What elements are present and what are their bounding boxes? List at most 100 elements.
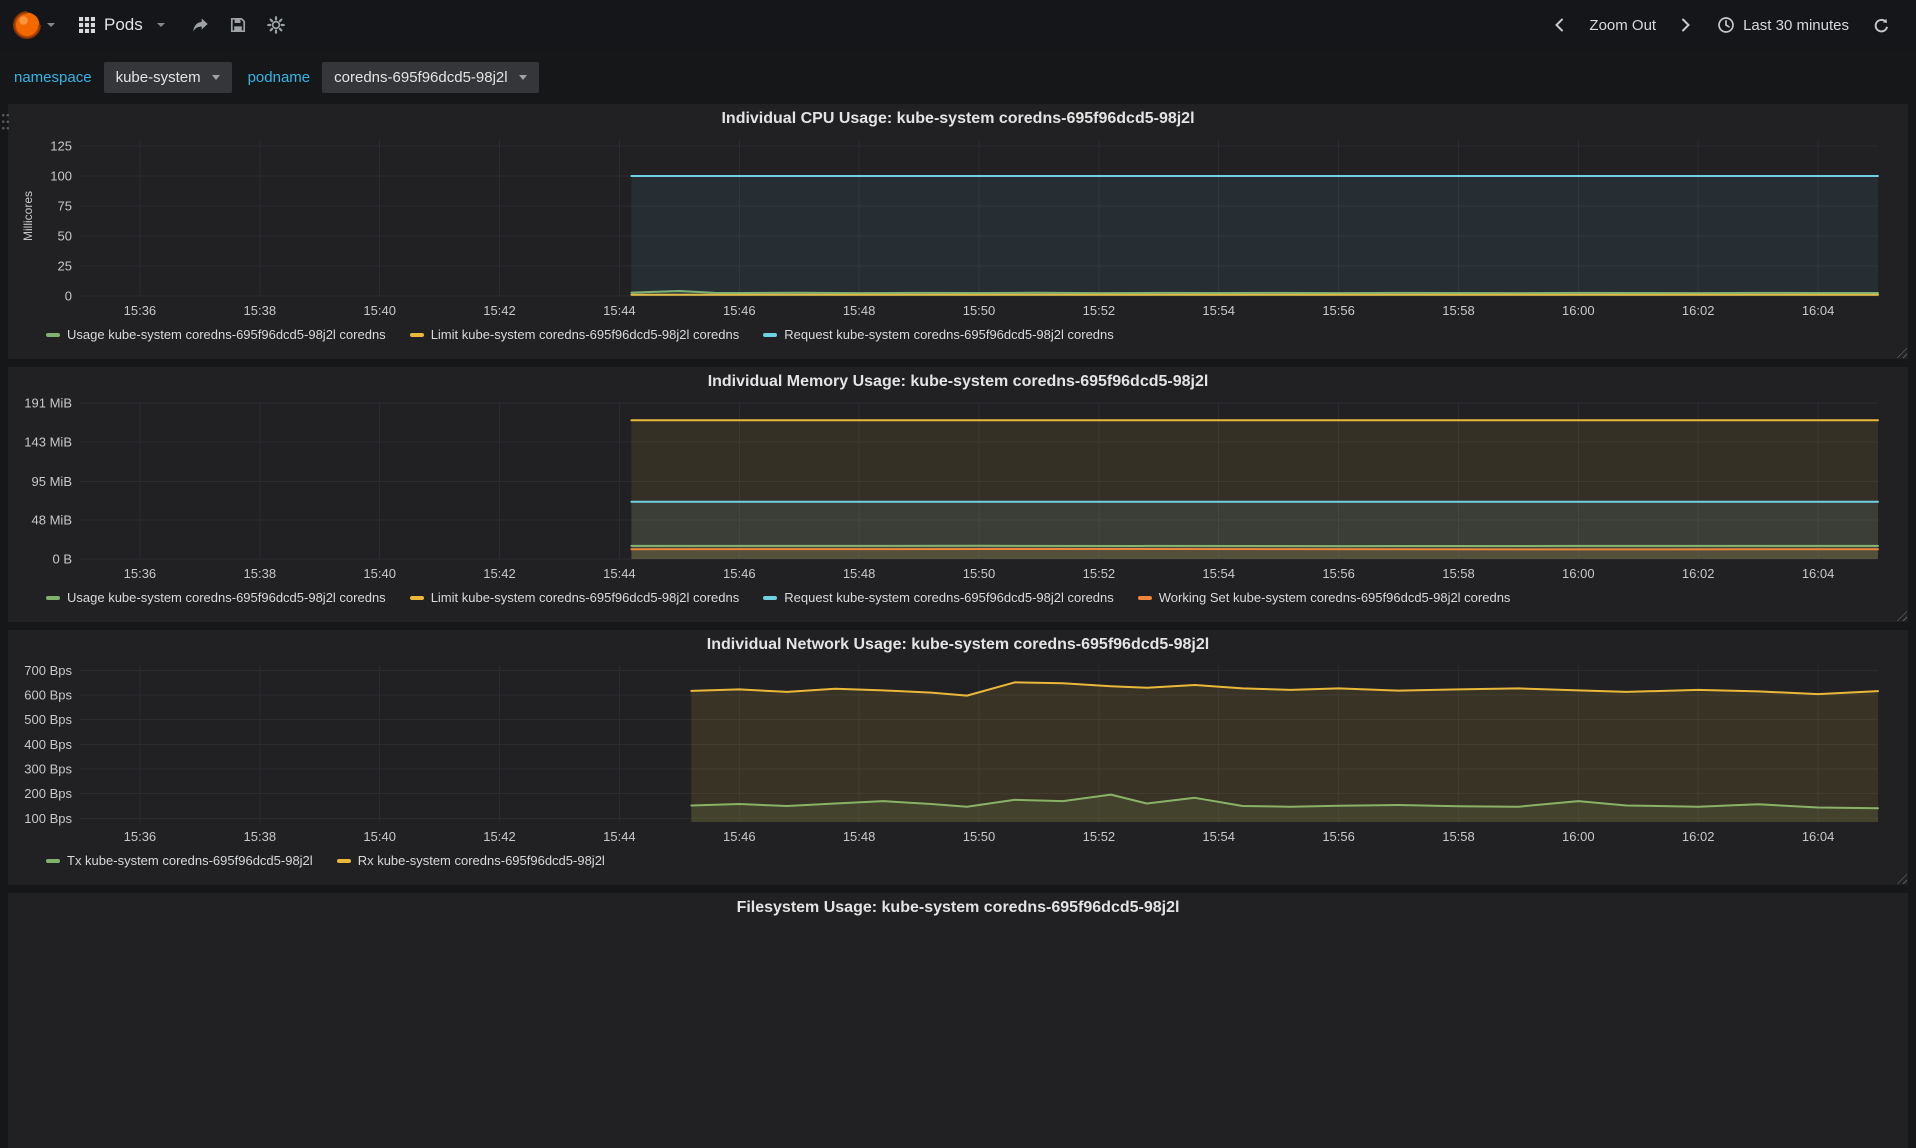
save-icon [230, 17, 245, 33]
svg-text:15:44: 15:44 [603, 829, 636, 844]
time-range-label: Last 30 minutes [1743, 16, 1849, 34]
svg-text:25: 25 [58, 259, 72, 274]
legend-series-color-icon [46, 595, 60, 600]
panel-title[interactable]: Individual Network Usage: kube-system co… [14, 632, 1902, 658]
svg-text:600 Bps: 600 Bps [24, 688, 72, 703]
legend-series-label: Usage kube-system coredns-695f96dcd5-98j… [67, 327, 386, 342]
variable-value-namespace[interactable]: kube-system [103, 61, 232, 93]
svg-text:100 Bps: 100 Bps [24, 811, 72, 826]
navbar-left-section: Pods [8, 10, 295, 40]
svg-text:16:04: 16:04 [1802, 829, 1835, 844]
svg-text:0: 0 [65, 289, 72, 304]
variable-value-podname[interactable]: coredns-695f96dcd5-98j2l [322, 61, 539, 93]
chart-area: 100 Bps 200 Bps 300 Bps 400 Bps 500 Bps 600 B… [14, 658, 1902, 848]
svg-text:15:44: 15:44 [603, 566, 636, 581]
svg-text:15:42: 15:42 [483, 829, 516, 844]
chevron-left-icon [1555, 18, 1564, 32]
legend-item[interactable]: Limit kube-system coredns-695f96dcd5-98j… [409, 327, 739, 342]
svg-text:16:02: 16:02 [1682, 303, 1715, 318]
navbar-right-section: Zoom Out Last 30 minutes [1542, 16, 1900, 34]
svg-text:15:56: 15:56 [1322, 566, 1355, 581]
svg-text:500 Bps: 500 Bps [24, 712, 72, 727]
panel-memory-usage: Individual Memory Usage: kube-system cor… [8, 367, 1908, 622]
svg-text:16:02: 16:02 [1682, 829, 1715, 844]
svg-text:125: 125 [50, 139, 72, 154]
y-axis-label: Millicores [21, 190, 35, 241]
legend-item[interactable]: Usage kube-system coredns-695f96dcd5-98j… [46, 327, 386, 342]
svg-text:100: 100 [50, 169, 72, 184]
svg-text:15:38: 15:38 [244, 566, 277, 581]
svg-text:700 Bps: 700 Bps [24, 663, 72, 678]
chevron-down-icon [211, 74, 220, 80]
chevron-down-icon [47, 23, 55, 27]
legend-item[interactable]: Working Set kube-system coredns-695f96dc… [1137, 590, 1510, 605]
legend-item[interactable]: Limit kube-system coredns-695f96dcd5-98j… [409, 590, 739, 605]
settings-button[interactable] [257, 16, 295, 34]
svg-text:15:52: 15:52 [1083, 829, 1116, 844]
variable-label-namespace: namespace [14, 68, 92, 86]
grafana-logo-button[interactable] [8, 10, 65, 40]
legend-series-color-icon [336, 858, 351, 863]
chevron-right-icon [1682, 18, 1691, 32]
svg-text:0 B: 0 B [52, 552, 72, 567]
dashboard-picker[interactable]: Pods [65, 15, 181, 35]
legend-series-label: Tx kube-system coredns-695f96dcd5-98j2l [67, 853, 313, 868]
svg-text:15:44: 15:44 [603, 303, 636, 318]
svg-text:95 MiB: 95 MiB [32, 474, 72, 489]
chart-area: Millicores 0 25 50 75 100 125 15:36 15:38 15:40 1… [14, 132, 1902, 322]
legend-series-label: Request kube-system coredns-695f96dcd5-9… [784, 327, 1114, 342]
variable-podname: podname coredns-695f96dcd5-98j2l [247, 61, 539, 93]
svg-text:15:38: 15:38 [244, 303, 277, 318]
svg-text:15:36: 15:36 [124, 566, 157, 581]
legend-item[interactable]: Request kube-system coredns-695f96dcd5-9… [763, 590, 1114, 605]
legend-item[interactable]: Rx kube-system coredns-695f96dcd5-98j2l [336, 853, 605, 868]
svg-text:15:46: 15:46 [723, 303, 756, 318]
svg-text:400 Bps: 400 Bps [24, 737, 72, 752]
variable-label-podname: podname [247, 68, 311, 86]
refresh-button[interactable] [1863, 17, 1900, 34]
svg-text:16:00: 16:00 [1562, 303, 1595, 318]
legend-item[interactable]: Tx kube-system coredns-695f96dcd5-98j2l [46, 853, 313, 868]
panel-title[interactable]: Individual CPU Usage: kube-system coredn… [14, 106, 1902, 132]
panel-network-usage: Individual Network Usage: kube-system co… [8, 630, 1908, 885]
legend-series-label: Usage kube-system coredns-695f96dcd5-98j… [67, 590, 386, 605]
svg-text:50: 50 [58, 229, 72, 244]
svg-text:15:48: 15:48 [843, 829, 876, 844]
legend-item[interactable]: Usage kube-system coredns-695f96dcd5-98j… [46, 590, 386, 605]
time-shift-back-button[interactable] [1542, 17, 1578, 33]
time-shift-forward-button[interactable] [1667, 17, 1703, 33]
legend-series-color-icon [46, 332, 60, 337]
network-usage-chart[interactable]: 100 Bps 200 Bps 300 Bps 400 Bps 500 Bps 600 B… [14, 658, 1902, 848]
svg-text:16:00: 16:00 [1562, 829, 1595, 844]
dashboard-body: Individual CPU Usage: kube-system coredn… [0, 104, 1916, 1148]
svg-text:15:54: 15:54 [1202, 829, 1235, 844]
legend-item[interactable]: Request kube-system coredns-695f96dcd5-9… [763, 327, 1114, 342]
share-button[interactable] [181, 16, 219, 34]
legend-series-color-icon [763, 332, 778, 337]
variable-value-text: kube-system [115, 68, 201, 86]
refresh-icon [1874, 18, 1888, 32]
legend-series-color-icon [409, 595, 424, 600]
gear-icon [266, 16, 285, 34]
svg-text:15:58: 15:58 [1442, 303, 1475, 318]
svg-text:15:40: 15:40 [363, 829, 396, 844]
svg-text:15:46: 15:46 [723, 566, 756, 581]
time-range-picker[interactable]: Last 30 minutes [1705, 16, 1861, 34]
svg-text:16:02: 16:02 [1682, 566, 1715, 581]
row-drag-handle[interactable] [1, 112, 10, 132]
zoom-out-button[interactable]: Zoom Out [1580, 17, 1665, 34]
panel-resize-handle[interactable] [1894, 871, 1907, 884]
legend-series-color-icon [409, 332, 424, 337]
svg-text:15:54: 15:54 [1202, 303, 1235, 318]
panel-resize-handle[interactable] [1894, 345, 1907, 358]
panel-title[interactable]: Individual Memory Usage: kube-system cor… [14, 369, 1902, 395]
memory-usage-chart[interactable]: 0 B 48 MiB 95 MiB 143 MiB 191 MiB 15:36 15:38 1… [14, 395, 1902, 585]
svg-text:15:56: 15:56 [1322, 303, 1355, 318]
cpu-usage-chart[interactable]: 0 25 50 75 100 125 15:36 15:38 15:40 15:42 15:44 15… [14, 132, 1902, 322]
svg-text:15:48: 15:48 [843, 303, 876, 318]
save-button[interactable] [219, 16, 257, 34]
panel-title[interactable]: Filesystem Usage: kube-system coredns-69… [14, 895, 1902, 921]
svg-text:15:36: 15:36 [124, 303, 157, 318]
panel-resize-handle[interactable] [1894, 608, 1907, 621]
svg-text:15:52: 15:52 [1083, 303, 1116, 318]
